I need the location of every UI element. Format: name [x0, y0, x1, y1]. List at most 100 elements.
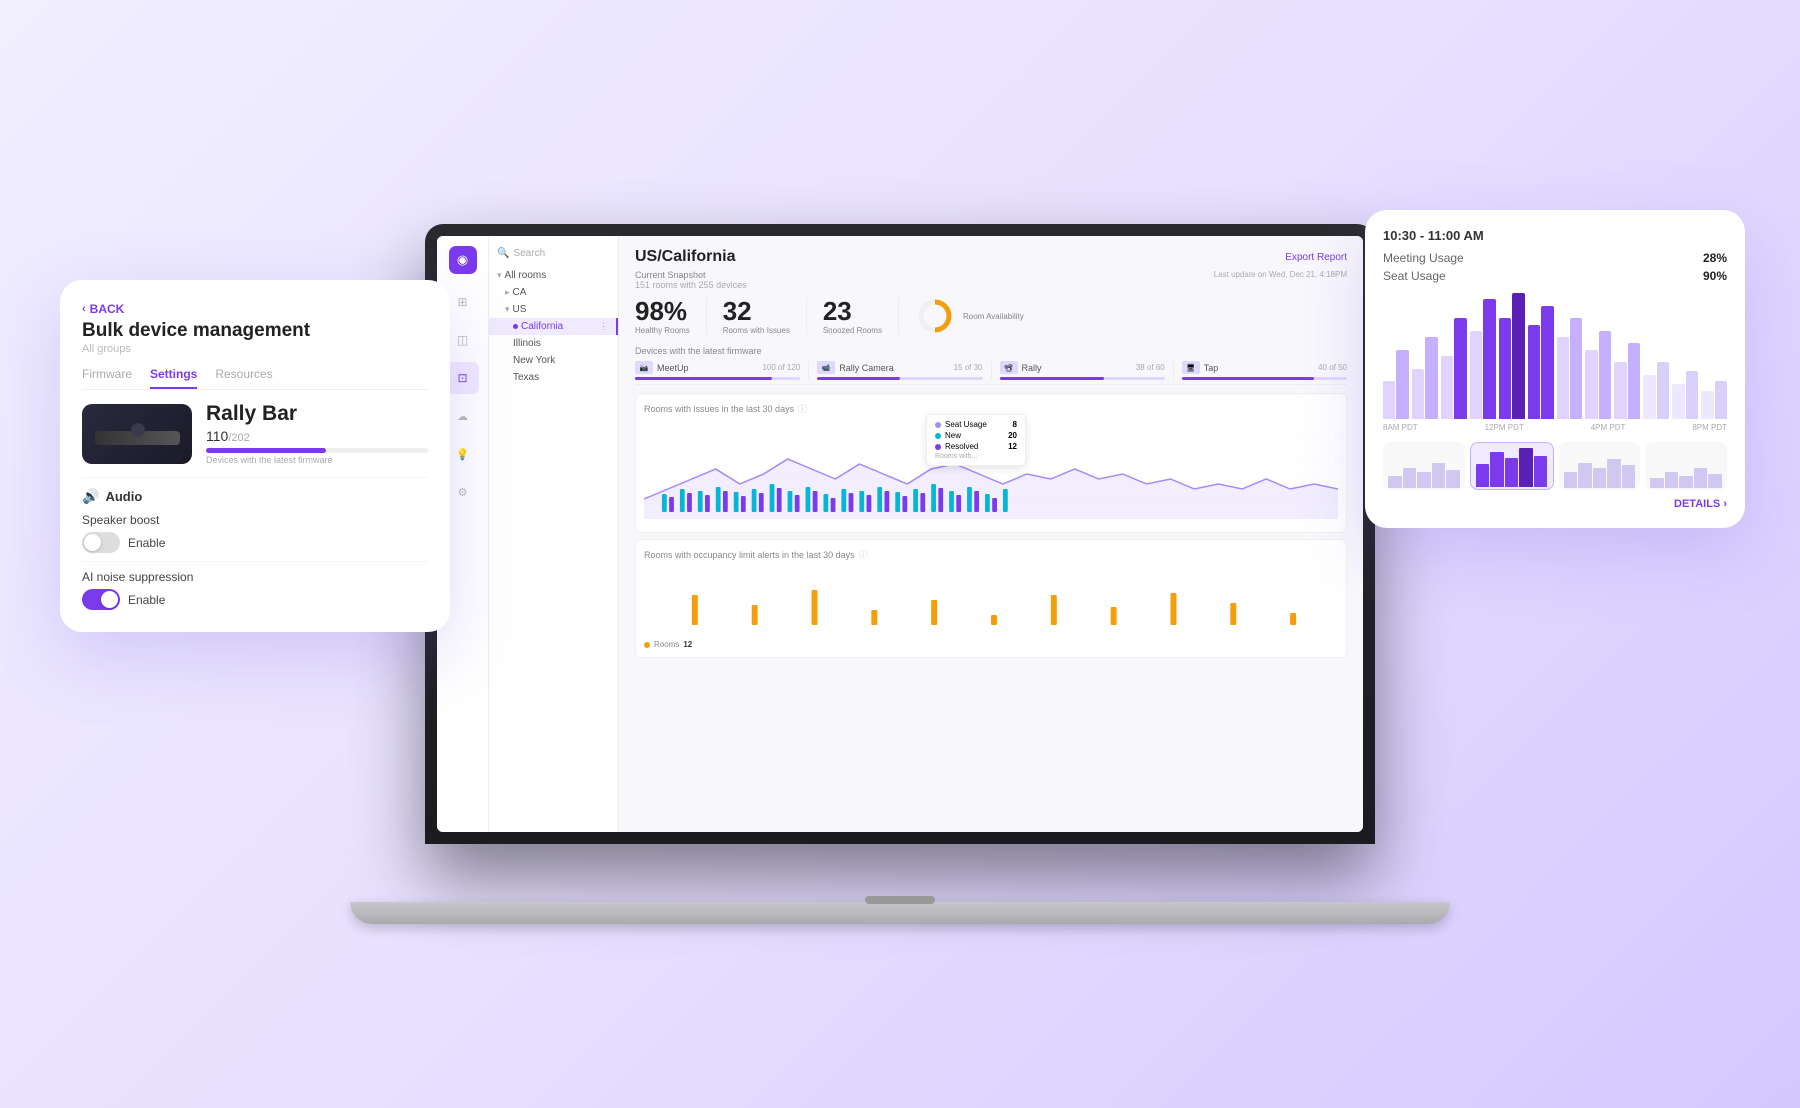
- stat-label: Rooms with Issues: [723, 326, 790, 335]
- back-arrow-icon: ‹: [82, 303, 86, 315]
- stats-row: 98% Healthy Rooms 32 Rooms with Issues 2…: [635, 296, 1347, 336]
- nav-tree: 🔍 Search ▾ All rooms ▸ CA ▾ US: [489, 236, 619, 832]
- sidebar-icon-bulb[interactable]: 💡: [447, 438, 479, 470]
- stat-rooms-with-issues: 32 Rooms with Issues: [723, 297, 790, 335]
- laptop-wrapper: ◉ ⊞ ◫ ⊡ ☁ 💡 ⚙ 🔍 Search ▾ All: [370, 164, 1430, 944]
- bulk-panel-tabs: Firmware Settings Resources: [82, 367, 428, 390]
- rally-label: Rally: [1022, 363, 1042, 373]
- mini-group-4[interactable]: [1645, 442, 1727, 490]
- nav-item-illinois[interactable]: Illinois: [489, 335, 618, 352]
- details-link[interactable]: DETAILS ›: [1383, 498, 1727, 510]
- speaker-boost-toggle[interactable]: [82, 532, 120, 553]
- page-container: ◉ ⊞ ◫ ⊡ ☁ 💡 ⚙ 🔍 Search ▾ All: [0, 0, 1800, 1108]
- audio-section: 🔊 Audio Speaker boost Enable AI noise su…: [82, 488, 428, 610]
- stat-value: 32: [723, 297, 790, 326]
- back-link[interactable]: ‹ BACK: [82, 302, 428, 316]
- rally-count: 38 of 60: [1136, 363, 1165, 372]
- nav-search[interactable]: 🔍 Search: [489, 244, 618, 263]
- page-title: US/California: [635, 248, 735, 266]
- device-progress-bar: [206, 448, 428, 453]
- stat-snoozed-rooms: 23 Snoozed Rooms: [823, 297, 882, 335]
- occupancy-chart-title: Rooms with occupancy limit alerts in the…: [644, 548, 1338, 561]
- nav-item-california[interactable]: California ⋮: [489, 318, 618, 335]
- sidebar-icon-monitor[interactable]: ◫: [447, 324, 479, 356]
- firmware-tab-rallycamera[interactable]: 📹 Rally Camera 15 of 30: [817, 361, 982, 380]
- device-name: Rally Bar: [206, 402, 428, 426]
- device-preview: Rally Bar 110/202 Devices with the lates…: [82, 402, 428, 465]
- sidebar-icon-settings[interactable]: ⚙: [447, 476, 479, 508]
- tooltip-resolved-label: Resolved: [945, 442, 978, 451]
- laptop-notch: [865, 896, 935, 904]
- occupancy-chart-section: Rooms with occupancy limit alerts in the…: [635, 539, 1347, 658]
- mini-group-3[interactable]: [1559, 442, 1641, 490]
- seat-usage-row: Seat Usage 90%: [1383, 269, 1727, 283]
- tooltip-resolved-value: 12: [1008, 442, 1017, 451]
- ai-noise-label: AI noise suppression: [82, 570, 428, 584]
- tab-resources[interactable]: Resources: [215, 367, 272, 389]
- snapshot-label: Current Snapshot: [635, 270, 747, 280]
- stat-healthy-rooms: 98% Healthy Rooms: [635, 297, 690, 335]
- firmware-tab-rally[interactable]: 📽 Rally 38 of 60: [1000, 361, 1165, 380]
- info-icon: ⓘ: [798, 402, 807, 415]
- speaker-boost-toggle-label: Enable: [128, 536, 165, 550]
- tab-firmware[interactable]: Firmware: [82, 367, 132, 389]
- rallycamera-count: 15 of 30: [954, 363, 983, 372]
- meetup-label: MeetUp: [657, 363, 689, 373]
- time-labels: 8AM PDT 12PM PDT 4PM PDT 8PM PDT: [1383, 423, 1727, 432]
- firmware-tab-tap[interactable]: 🖥 Tap 40 of 50: [1182, 361, 1347, 380]
- bulk-panel: ‹ BACK Bulk device management All groups…: [60, 280, 450, 632]
- snapshot-counts: 151 rooms with 255 devices: [635, 280, 747, 290]
- rallycamera-label: Rally Camera: [839, 363, 894, 373]
- mini-group-1[interactable]: [1383, 442, 1465, 490]
- sidebar-icon-cloud[interactable]: ☁: [447, 400, 479, 432]
- occupancy-rooms-label: Rooms: [654, 640, 679, 649]
- laptop-body: ◉ ⊞ ◫ ⊡ ☁ 💡 ⚙ 🔍 Search ▾ All: [425, 224, 1375, 844]
- main-dashboard: US/California Export Report Current Snap…: [619, 236, 1363, 832]
- meeting-usage-row: Meeting Usage 28%: [1383, 251, 1727, 265]
- room-availability-donut: [915, 296, 955, 336]
- tab-settings[interactable]: Settings: [150, 367, 197, 389]
- bulk-panel-subtitle: All groups: [82, 343, 428, 355]
- nav-item-ca[interactable]: ▸ CA: [489, 284, 618, 301]
- sidebar-icon-home[interactable]: ⊞: [447, 286, 479, 318]
- mini-bar-groups: [1383, 442, 1727, 490]
- laptop-screen: ◉ ⊞ ◫ ⊡ ☁ 💡 ⚙ 🔍 Search ▾ All: [437, 236, 1363, 832]
- nav-item-us[interactable]: ▾ US: [489, 301, 618, 318]
- nav-item-all-rooms[interactable]: ▾ All rooms: [489, 267, 618, 284]
- ai-noise-toggle[interactable]: [82, 589, 120, 610]
- stat-label: Snoozed Rooms: [823, 326, 882, 335]
- meeting-usage-value: 28%: [1703, 251, 1727, 265]
- ai-noise-toggle-row: Enable: [82, 589, 428, 610]
- export-report-link[interactable]: Export Report: [1285, 252, 1347, 263]
- firmware-section-label: Devices with the latest firmware: [635, 346, 1347, 356]
- last-update: Last update on Wed, Dec 21, 4:18PM: [1214, 270, 1347, 290]
- device-count-row: 110/202: [206, 428, 428, 444]
- nav-item-newyork[interactable]: New York: [489, 352, 618, 369]
- tooltip-time: 10:30 - 11:00 AM: [1383, 228, 1727, 243]
- stat-value: 98%: [635, 297, 690, 326]
- tooltip-seat-usage-value: 8: [1013, 420, 1017, 429]
- tooltip-rooms-label: Rooms with...: [935, 453, 977, 460]
- tap-icon: 🖥: [1182, 361, 1200, 374]
- analytics-panel: 10:30 - 11:00 AM Meeting Usage 28% Seat …: [1365, 210, 1745, 528]
- speaker-boost-label: Speaker boost: [82, 513, 428, 527]
- tooltip-new-label: New: [945, 431, 961, 440]
- tooltip-seat-usage-label: Seat Usage: [945, 420, 987, 429]
- firmware-progress-label: Devices with the latest firmware: [206, 455, 428, 465]
- device-image: [82, 404, 192, 464]
- search-icon: 🔍: [497, 248, 509, 259]
- seat-usage-value: 90%: [1703, 269, 1727, 283]
- dashboard-header: US/California Export Report: [635, 248, 1347, 266]
- speaker-boost-item: Speaker boost Enable: [82, 513, 428, 553]
- meetup-icon: 📷: [635, 361, 653, 374]
- mini-group-2-selected[interactable]: [1470, 442, 1554, 490]
- sidebar-logo: ◉: [449, 246, 477, 274]
- bulk-panel-title: Bulk device management: [82, 320, 428, 342]
- nav-item-texas[interactable]: Texas: [489, 369, 618, 386]
- occupancy-chart: [644, 565, 1338, 635]
- audio-icon: 🔊: [82, 488, 99, 505]
- firmware-tab-meetup[interactable]: 📷 MeetUp 100 of 120: [635, 361, 800, 380]
- laptop-base: [350, 902, 1450, 924]
- sidebar-icon-grid[interactable]: ⊡: [447, 362, 479, 394]
- tooltip-new-value: 20: [1008, 431, 1017, 440]
